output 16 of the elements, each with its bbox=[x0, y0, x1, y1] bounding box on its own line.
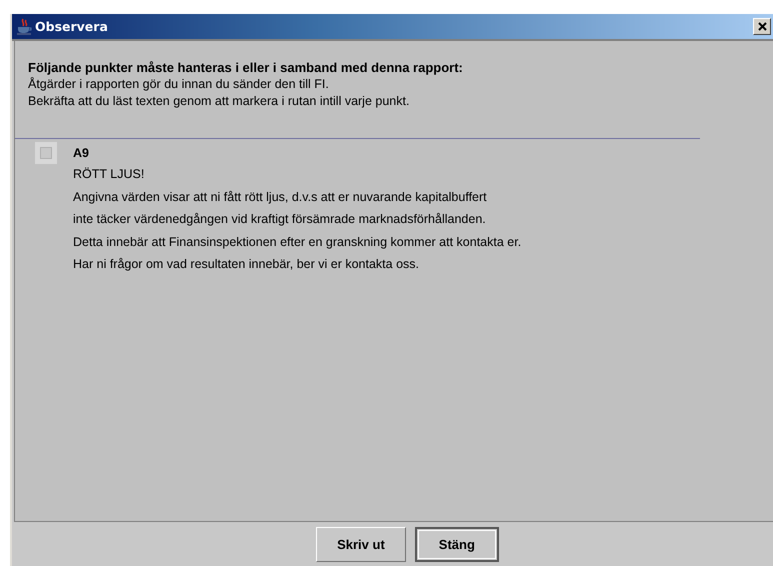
close-button[interactable] bbox=[753, 18, 771, 35]
coffee-cup-icon bbox=[16, 18, 32, 36]
item-text: Angivna värden visar att ni fått rött ljus, d.v.s att er nuvarande kapitalbuffert bbox=[73, 188, 488, 206]
item-text: Detta innebär att Finansinspektionen efter en granskning kommer att kontakta er. bbox=[73, 234, 522, 251]
item-code: A9 bbox=[73, 145, 90, 162]
close-icon bbox=[758, 22, 766, 31]
checkbox[interactable] bbox=[35, 142, 57, 164]
dialog-button[interactable]: Stäng bbox=[414, 526, 499, 562]
item-text: RÖTT LJUS! bbox=[73, 166, 146, 183]
intro-text: Bekräfta att du läst texten genom att markera i rutan intill varje punkt. bbox=[28, 93, 410, 110]
dialog-button[interactable]: Skriv ut bbox=[316, 526, 406, 562]
item-text: inte täcker värdenedgången vid kraftigt försämrade marknadsförhållanden. bbox=[73, 211, 487, 228]
intro-heading: Följande punkter måste hanteras i eller i samband med denna rapport: bbox=[28, 59, 464, 76]
item-text: Har ni frågor om vad resultaten innebär, ber vi er kontakta oss. bbox=[73, 256, 420, 273]
intro-text: Åtgärder i rapporten gör du innan du sänder den till FI. bbox=[28, 76, 330, 93]
window-title: Observera bbox=[35, 19, 109, 34]
